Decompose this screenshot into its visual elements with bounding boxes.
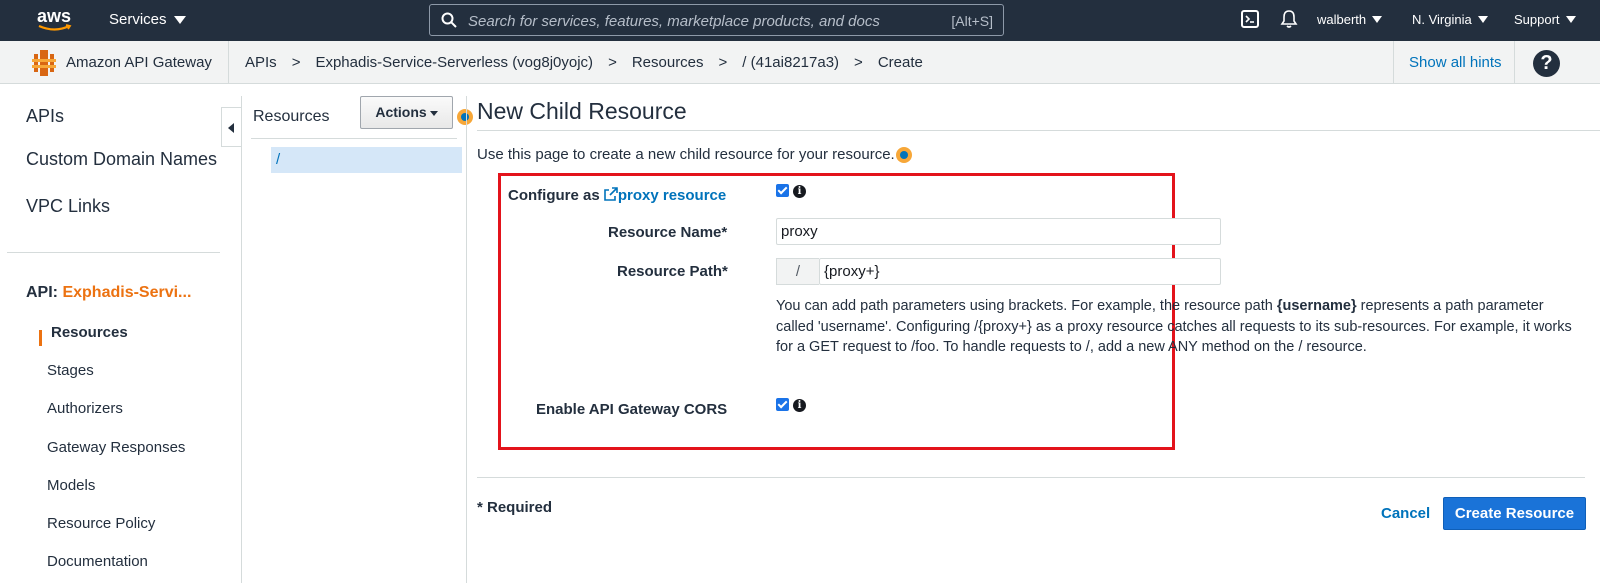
hint-icon[interactable] xyxy=(457,109,473,125)
divider xyxy=(477,130,1600,131)
resource-tree-item[interactable]: / xyxy=(271,147,462,173)
region-menu[interactable]: N. Virginia xyxy=(1412,12,1488,27)
sidebar-item-resources[interactable]: Resources xyxy=(51,324,128,341)
divider xyxy=(477,477,1585,478)
service-name: Amazon API Gateway xyxy=(66,54,212,71)
resource-name-field[interactable]: proxy xyxy=(776,218,1221,245)
divider xyxy=(466,96,467,583)
resources-panel-title: Resources xyxy=(253,108,330,125)
enable-cors-checkbox[interactable] xyxy=(776,398,789,411)
description-text: Use this page to create a new child reso… xyxy=(477,146,895,163)
api-label: API: xyxy=(26,284,58,301)
chevron-down-icon xyxy=(1565,16,1576,23)
resource-path-help: You can add path parameters using bracke… xyxy=(776,296,1576,358)
show-all-hints-link[interactable]: Show all hints xyxy=(1393,41,1515,84)
chevron-down-icon xyxy=(1477,16,1488,23)
active-indicator xyxy=(39,330,42,346)
required-note: * Required xyxy=(477,499,553,516)
chevron-down-icon xyxy=(1372,16,1383,23)
sidebar-item-gateway-responses[interactable]: Gateway Responses xyxy=(47,439,185,456)
user-name: walberth xyxy=(1317,12,1367,27)
sidebar-item-vpc-links[interactable]: VPC Links xyxy=(26,196,110,217)
external-link-icon xyxy=(604,187,618,201)
info-icon[interactable]: i xyxy=(793,399,806,412)
actions-label: Actions xyxy=(375,104,427,120)
actions-dropdown[interactable]: Actions xyxy=(360,96,453,129)
cancel-button[interactable]: Cancel xyxy=(1381,505,1430,522)
sidebar: APIs Custom Domain Names VPC Links API: … xyxy=(0,84,220,583)
enable-cors-label: Enable API Gateway CORS xyxy=(536,401,728,418)
help-text-bold: {username} xyxy=(1276,298,1357,314)
sidebar-item-apis[interactable]: APIs xyxy=(26,106,64,127)
info-icon[interactable]: i xyxy=(793,185,806,198)
chevron-down-icon xyxy=(429,110,438,116)
configure-as-label: Configure as proxy resource xyxy=(508,187,726,204)
support-menu[interactable]: Support xyxy=(1514,12,1576,27)
page-title: New Child Resource xyxy=(477,98,687,124)
help-text-part: You can add path parameters using bracke… xyxy=(776,298,1277,314)
resource-path-field[interactable]: {proxy+} xyxy=(819,258,1221,285)
resource-path-prefix: / xyxy=(776,258,819,285)
sidebar-divider xyxy=(7,252,220,253)
region-name: N. Virginia xyxy=(1412,12,1472,27)
hint-icon[interactable] xyxy=(896,147,912,163)
breadcrumb-separator: > xyxy=(718,54,728,71)
services-label: Services xyxy=(109,11,167,28)
divider xyxy=(241,96,242,583)
chevron-down-icon xyxy=(173,15,186,24)
sidebar-api-heading[interactable]: API: Exphadis-Servi... xyxy=(26,284,191,302)
sidebar-item-custom-domain-names[interactable]: Custom Domain Names xyxy=(26,149,217,170)
sidebar-item-resource-policy[interactable]: Resource Policy xyxy=(47,515,155,532)
breadcrumb-separator: > xyxy=(854,54,863,71)
aws-logo[interactable]: aws xyxy=(37,7,73,35)
create-resource-button[interactable]: Create Resource xyxy=(1443,497,1586,530)
services-menu[interactable]: Services xyxy=(109,11,186,28)
configure-proxy-checkbox[interactable] xyxy=(776,184,789,197)
breadcrumb-apis[interactable]: APIs xyxy=(245,54,277,71)
sidebar-item-stages[interactable]: Stages xyxy=(47,362,94,379)
configure-as-text: Configure as xyxy=(508,187,600,204)
sidebar-item-models[interactable]: Models xyxy=(47,477,95,494)
breadcrumb-api-name[interactable]: Exphadis-Service-Serverless (vog8j0yojc) xyxy=(315,54,593,71)
divider xyxy=(251,138,457,139)
help-icon[interactable]: ? xyxy=(1533,50,1560,77)
chevron-left-icon xyxy=(228,123,234,133)
search-icon xyxy=(441,12,457,28)
bell-icon[interactable] xyxy=(1280,9,1298,29)
search-placeholder: Search for services, features, marketpla… xyxy=(468,13,880,30)
sidebar-item-documentation[interactable]: Documentation xyxy=(47,553,148,570)
search-shortcut: [Alt+S] xyxy=(951,13,993,29)
proxy-resource-link[interactable]: proxy resource xyxy=(618,187,726,204)
service-home-link[interactable]: Amazon API Gateway xyxy=(16,41,229,84)
api-gateway-logo-icon xyxy=(32,49,56,76)
breadcrumb-resources[interactable]: Resources xyxy=(632,54,704,71)
aws-smile-icon xyxy=(38,24,72,31)
top-navigation-bar: aws Services Search for services, featur… xyxy=(0,0,1600,41)
api-name: Exphadis-Servi... xyxy=(62,284,192,301)
page-description: Use this page to create a new child reso… xyxy=(477,146,895,163)
breadcrumb-resource-id[interactable]: / (41ai8217a3) xyxy=(742,54,839,71)
aws-logo-text: aws xyxy=(37,6,72,26)
support-label: Support xyxy=(1514,12,1560,27)
resource-name-label: Resource Name* xyxy=(608,224,728,241)
sidebar-item-authorizers[interactable]: Authorizers xyxy=(47,400,123,417)
user-menu[interactable]: walberth xyxy=(1317,12,1383,27)
resource-path-label: Resource Path* xyxy=(617,263,728,280)
breadcrumb-create: Create xyxy=(877,54,923,71)
search-input[interactable]: Search for services, features, marketpla… xyxy=(429,4,1004,36)
breadcrumb-bar: Amazon API Gateway APIs > Exphadis-Servi… xyxy=(0,41,1600,84)
breadcrumb: APIs > Exphadis-Service-Serverless (vog8… xyxy=(245,54,923,71)
breadcrumb-separator: > xyxy=(608,54,617,71)
cloudshell-icon[interactable] xyxy=(1241,10,1259,28)
collapse-sidebar-button[interactable] xyxy=(221,107,242,147)
breadcrumb-separator: > xyxy=(291,54,301,71)
